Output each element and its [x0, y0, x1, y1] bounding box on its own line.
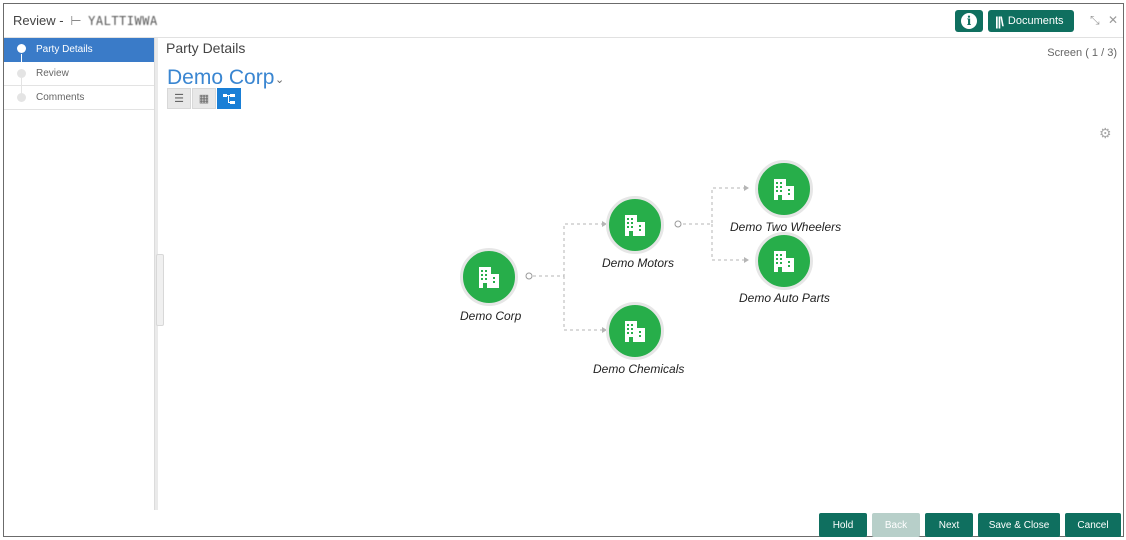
expand-toggle-icon	[674, 220, 682, 228]
hold-button[interactable]: Hold	[819, 513, 867, 537]
tree-node-demo-chemicals[interactable]	[606, 302, 664, 360]
arrow-icon	[744, 185, 749, 191]
action-footer: Hold Back Next Save & Close Cancel	[4, 510, 1123, 538]
node-circle	[606, 302, 664, 360]
cancel-button[interactable]: Cancel	[1065, 513, 1121, 537]
node-circle	[755, 232, 813, 290]
connector-motors-two-wheelers	[683, 187, 744, 225]
building-icon	[625, 321, 645, 342]
node-circle	[755, 160, 813, 218]
node-label: Demo Corp	[460, 309, 522, 323]
connector-corp-chemicals	[563, 276, 602, 331]
building-icon	[774, 251, 794, 272]
tree-node-demo-two-wheelers[interactable]	[755, 160, 813, 218]
node-circle	[606, 196, 664, 254]
tree-node-demo-auto-parts[interactable]	[755, 232, 813, 290]
connector-corp-motors	[533, 223, 602, 277]
tree-node-demo-corp[interactable]	[460, 248, 518, 306]
expand-toggle-icon	[525, 272, 533, 280]
building-icon	[479, 267, 499, 288]
arrow-icon	[744, 257, 749, 263]
node-label: Demo Chemicals	[593, 362, 685, 376]
next-button[interactable]: Next	[925, 513, 973, 537]
building-icon	[625, 215, 645, 236]
back-button[interactable]: Back	[872, 513, 920, 537]
save-close-button[interactable]: Save & Close	[978, 513, 1060, 537]
review-window: Review - ⊢ YALTTIWWA i ||\ Documents ⤡ ✕…	[3, 3, 1124, 537]
node-label: Demo Motors	[602, 256, 675, 270]
building-icon	[774, 179, 794, 200]
node-circle	[460, 248, 518, 306]
node-label: Demo Auto Parts	[739, 291, 830, 305]
tree-node-demo-motors[interactable]	[606, 196, 664, 254]
tree-connectors	[525, 185, 749, 333]
